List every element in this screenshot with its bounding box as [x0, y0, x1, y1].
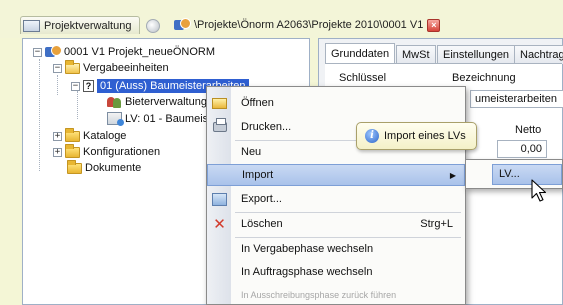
menu-item-oeffnen[interactable]: Öffnen — [207, 92, 465, 114]
tree-node-project-label: 0001 V1 Projekt_neueÖNORM — [64, 46, 216, 58]
folder-icon — [67, 159, 82, 174]
tree-node-project[interactable]: − 0001 V1 Projekt_neueÖNORM — [33, 45, 215, 59]
tab-mwst-label: MwSt — [402, 49, 430, 61]
menu-item-loeschen[interactable]: ✕ Löschen Strg+L — [207, 213, 465, 235]
tree-node-lv[interactable]: LV: 01 - Baumeis — [107, 112, 209, 126]
tree-node-lv-label: LV: 01 - Baumeis — [125, 112, 209, 125]
open-folder-icon — [212, 96, 227, 111]
submenu-item-lv-label: LV... — [499, 168, 520, 180]
tree-node-vergabeeinheiten[interactable]: − Vergabeeinheiten — [53, 59, 169, 74]
tree-node-kataloge[interactable]: + Kataloge — [53, 127, 127, 142]
import-tooltip: i Import eines LVs — [356, 122, 477, 150]
expand-toggle[interactable]: + — [53, 131, 62, 141]
tree-node-konfigurationen[interactable]: + Konfigurationen — [53, 143, 161, 158]
menu-item-neu-label: Neu — [241, 146, 262, 158]
document-tab-bar: Projektverwaltung \Projekte\Önorm A2063\… — [0, 0, 563, 38]
menu-item-drucken-label: Drucken... — [241, 121, 292, 133]
window-icon — [23, 19, 40, 32]
label-netto: Netto — [515, 124, 542, 136]
collapse-toggle[interactable]: − — [71, 81, 80, 91]
folder-open-icon — [65, 59, 80, 74]
tree-node-dokumente[interactable]: Dokumente — [67, 159, 142, 174]
lv-document-icon — [107, 112, 124, 126]
question-icon: ? — [83, 80, 94, 92]
tab-nachtrag[interactable]: Nachtrag — [514, 45, 563, 64]
tree-node-vergabeeinheiten-label: Vergabeeinheiten — [83, 62, 169, 74]
tree-node-bieterverwaltung[interactable]: Bieterverwaltung — [107, 96, 207, 108]
export-icon — [212, 192, 227, 207]
menu-item-export[interactable]: Export... — [207, 188, 465, 210]
menu-item-oeffnen-label: Öffnen — [241, 97, 274, 109]
project-icon — [174, 18, 191, 32]
print-icon — [212, 118, 227, 135]
tab-grunddaten[interactable]: Grunddaten — [325, 43, 396, 64]
menu-item-auftragsphase-label: In Auftragsphase wechseln — [241, 266, 373, 278]
label-bezeichnung: Bezeichnung — [452, 72, 516, 84]
menu-item-vergabephase-label: In Vergabephase wechseln — [241, 243, 374, 255]
submenu-arrow-icon: ▶ — [449, 170, 456, 180]
tab-projektverwaltung[interactable]: Projektverwaltung — [20, 16, 141, 34]
tab-projektverwaltung-label: Projektverwaltung — [44, 19, 132, 32]
netto-field[interactable]: 0,00 — [497, 140, 547, 158]
tab-separator-icon — [146, 19, 160, 33]
delete-icon: ✕ — [213, 215, 226, 233]
tab-einstellungen[interactable]: Einstellungen — [437, 45, 516, 64]
tooltip-text: Import eines LVs — [384, 130, 466, 142]
expand-toggle[interactable]: + — [53, 147, 62, 157]
tree-node-bieterverwaltung-label: Bieterverwaltung — [125, 96, 207, 108]
context-menu: Öffnen Drucken... Neu Import ▶ Export...… — [206, 86, 466, 305]
menu-item-loeschen-label: Löschen — [241, 218, 283, 230]
tab-mwst[interactable]: MwSt — [396, 45, 436, 64]
info-icon: i — [365, 129, 379, 143]
menu-item-import[interactable]: Import ▶ — [207, 164, 465, 186]
menu-item-loeschen-shortcut: Strg+L — [420, 218, 453, 230]
menu-item-ausschreibung: In Ausschreibungsphase zurück führen — [207, 284, 465, 305]
menu-item-export-label: Export... — [241, 193, 282, 205]
bidders-icon — [107, 96, 122, 108]
label-schluessel: Schlüssel — [339, 72, 387, 84]
project-icon — [45, 45, 62, 59]
folder-icon — [65, 143, 80, 158]
tab-project-path[interactable]: \Projekte\Önorm A2063\Projekte 2010\0001… — [168, 16, 446, 34]
tab-nachtrag-label: Nachtrag — [520, 49, 563, 61]
folder-icon — [65, 127, 80, 142]
menu-item-import-label: Import — [242, 169, 274, 181]
collapse-toggle[interactable]: − — [33, 47, 42, 57]
tab-project-path-label: \Projekte\Önorm A2063\Projekte 2010\0001… — [194, 19, 424, 31]
menu-item-auftragsphase[interactable]: In Auftragsphase wechseln — [207, 261, 465, 283]
tree-node-kataloge-label: Kataloge — [83, 130, 127, 142]
submenu-item-lv[interactable]: LV... — [492, 164, 562, 185]
collapse-toggle[interactable]: − — [53, 63, 62, 73]
bezeichnung-field[interactable]: umeisterarbeiten — [470, 90, 563, 108]
tree-node-dokumente-label: Dokumente — [85, 162, 142, 174]
menu-item-vergabephase[interactable]: In Vergabephase wechseln — [207, 238, 465, 260]
tab-grunddaten-label: Grunddaten — [331, 48, 390, 60]
tab-einstellungen-label: Einstellungen — [443, 49, 510, 61]
tree-node-konfigurationen-label: Konfigurationen — [83, 146, 161, 158]
menu-item-ausschreibung-label: In Ausschreibungsphase zurück führen — [241, 290, 397, 300]
close-tab-icon[interactable]: × — [427, 18, 441, 32]
mouse-cursor-icon — [531, 179, 547, 202]
